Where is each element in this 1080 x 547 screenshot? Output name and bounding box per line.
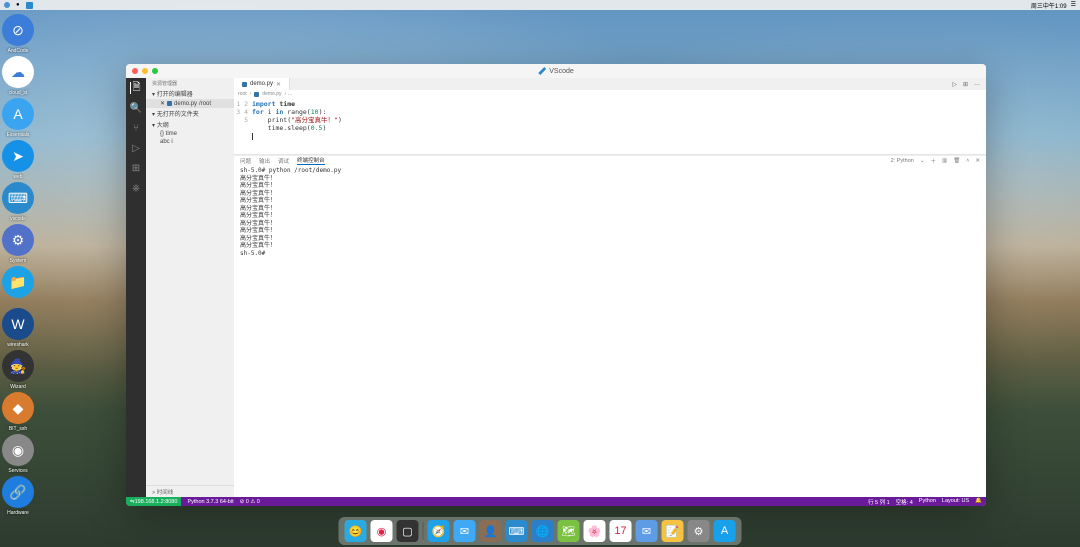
panel-tab-problems[interactable]: 问题 (240, 157, 251, 165)
open-editors-section[interactable]: ▾ 打开的编辑器 (146, 88, 234, 99)
python-file-icon (242, 82, 247, 87)
keyboard-layout[interactable]: Layout: US (942, 498, 969, 506)
code-editor[interactable]: 1 2 3 4 5 import time for i in range(10)… (234, 98, 986, 154)
search-icon[interactable]: 🔍 (130, 102, 142, 114)
indentation[interactable]: 空格: 4 (896, 498, 913, 506)
no-folder-section[interactable]: ▾ 无打开的文件夹 (146, 108, 234, 119)
system-menubar: ● 周三中午1:09 ☰ (0, 0, 1080, 10)
debug-icon[interactable]: ▷ (130, 142, 142, 154)
launcher-vscode[interactable]: ⌨vscode (2, 182, 34, 214)
launcher-bits[interactable]: ◆BIT_ssh (2, 392, 34, 424)
dock-terminal[interactable]: ▢ (397, 520, 419, 542)
maximize-panel-icon[interactable]: ˄ (966, 158, 969, 164)
dock-calendar[interactable]: 17 (610, 520, 632, 542)
maximize-button[interactable] (152, 68, 158, 74)
timeline-section[interactable]: > 时间线 (146, 485, 234, 497)
activities-icon[interactable] (4, 2, 10, 8)
new-terminal-icon[interactable]: ＋ (930, 157, 936, 165)
sidebar-title: 资源管理器 (146, 78, 234, 88)
source-control-icon[interactable]: ⑂ (130, 122, 142, 134)
close-tab-icon[interactable]: ✕ (276, 81, 281, 88)
dock-photos[interactable]: 🌸 (584, 520, 606, 542)
activity-bar: 🗎 🔍 ⑂ ▷ ⊞ ⎈ (126, 78, 146, 497)
chevron-down-icon[interactable]: ⌄ (920, 158, 925, 164)
sidebar: 资源管理器 ▾ 打开的编辑器 ✕ demo.py /root ▾ 无打开的文件夹… (146, 78, 234, 497)
run-icon[interactable]: ▷ (952, 81, 957, 88)
dock-vscode[interactable]: ⌨ (506, 520, 528, 542)
dock-safari[interactable]: 🧭 (428, 520, 450, 542)
launcher-system[interactable]: ⚙System (2, 224, 34, 256)
minimize-button[interactable] (142, 68, 148, 74)
breadcrumb[interactable]: root › demo.py › … (234, 90, 986, 98)
tab-label: demo.py (250, 81, 273, 87)
dock-chrome[interactable]: ◉ (371, 520, 393, 542)
dock-mail[interactable]: ✉ (454, 520, 476, 542)
open-editor-file[interactable]: ✕ demo.py /root (146, 99, 234, 108)
panel-tab-debug[interactable]: 调试 (278, 157, 289, 165)
extensions-icon[interactable]: ⊞ (130, 162, 142, 174)
python-version[interactable]: Python 3.7.3 64-bit (187, 499, 233, 505)
editor-tab[interactable]: demo.py ✕ (234, 78, 290, 90)
python-file-icon (167, 101, 172, 106)
launcher-wizard[interactable]: 🧙Wizard (2, 350, 34, 382)
outline-section[interactable]: ▾ 大纲 (146, 119, 234, 130)
dock-separator (423, 522, 424, 540)
remote-indicator[interactable]: ⇋ 198.168.1.2:8080 (126, 497, 181, 506)
panel-tab-terminal[interactable]: 终端控制台 (297, 156, 325, 165)
launcher-services[interactable]: ◉Services (2, 434, 34, 466)
dock-finder[interactable]: 😊 (345, 520, 367, 542)
launcher-folder[interactable]: 📁 (2, 266, 34, 298)
dock-notes[interactable]: 📝 (662, 520, 684, 542)
desktop-launcher: ⊘AndCode ☁cloud_st AEssentials ➤web ⌨vscode ⚙… (2, 14, 38, 508)
launcher-cloud[interactable]: ☁cloud_st (2, 56, 34, 88)
menubar-dot: ● (16, 2, 20, 9)
terminal-selector[interactable]: 2: Python (891, 158, 914, 164)
vscode-window: VScode 🗎 🔍 ⑂ ▷ ⊞ ⎈ 资源管理器 ▾ 打开的编辑器 ✕ demo… (126, 64, 986, 506)
panel-tab-output[interactable]: 输出 (259, 157, 270, 165)
editor-area: demo.py ✕ ▷ ⊞ … root › demo.py › … 1 2 3… (234, 78, 986, 497)
dock: 😊◉▢🧭✉👤⌨🌐🗺🌸17✉📝⚙A (339, 517, 742, 545)
kill-terminal-icon[interactable]: 🗑 (953, 158, 960, 164)
menubar-app-icon[interactable] (26, 2, 33, 9)
titlebar[interactable]: VScode (126, 64, 986, 78)
cursor-position[interactable]: 行 5 列 1 (868, 498, 890, 506)
editor-tab-bar: demo.py ✕ ▷ ⊞ … (234, 78, 986, 90)
vscode-logo-icon (538, 67, 546, 75)
panel-tab-bar: 问题 输出 调试 终端控制台 2: Python ⌄ ＋ ▥ 🗑 ˄ ✕ (234, 155, 986, 165)
dock-mail2[interactable]: ✉ (636, 520, 658, 542)
split-editor-icon[interactable]: ⊞ (963, 81, 968, 88)
launcher-androoid[interactable]: ⊘AndCode (2, 14, 34, 46)
notifications-icon[interactable]: 🔔 (975, 498, 982, 506)
dock-earth[interactable]: 🌐 (532, 520, 554, 542)
clock[interactable]: 周三中午1:09 (1031, 1, 1067, 10)
dock-contacts[interactable]: 👤 (480, 520, 502, 542)
launcher-apps[interactable]: AEssentials (2, 98, 34, 130)
split-terminal-icon[interactable]: ▥ (942, 158, 947, 164)
language-mode[interactable]: Python (919, 498, 936, 506)
explorer-icon[interactable]: 🗎 (130, 82, 142, 94)
close-panel-icon[interactable]: ✕ (975, 158, 980, 164)
window-title: VScode (549, 68, 574, 75)
status-bar: ⇋ 198.168.1.2:8080 Python 3.7.3 64-bit ⊘… (126, 497, 986, 506)
dock-appstore[interactable]: A (714, 520, 736, 542)
outline-item[interactable]: {} time (146, 130, 234, 138)
launcher-wireshark[interactable]: Wwireshark (2, 308, 34, 340)
launcher-hardware[interactable]: 🔗Hardware (2, 476, 34, 508)
window-controls (132, 68, 158, 74)
close-button[interactable] (132, 68, 138, 74)
menu-icon[interactable]: ☰ (1071, 1, 1076, 10)
remote-icon[interactable]: ⎈ (130, 182, 142, 194)
dock-maps[interactable]: 🗺 (558, 520, 580, 542)
terminal[interactable]: sh-5.0# python /root/demo.py 高分宝真牛！ 高分宝真… (234, 165, 986, 497)
more-icon[interactable]: … (974, 81, 980, 88)
outline-item[interactable]: abc i (146, 138, 234, 146)
launcher-safari[interactable]: ➤web (2, 140, 34, 172)
dock-settings[interactable]: ⚙ (688, 520, 710, 542)
problems-count[interactable]: ⊘ 0 ⚠ 0 (240, 499, 260, 505)
tab-actions: ▷ ⊞ … (952, 81, 986, 88)
python-file-icon (254, 92, 259, 97)
